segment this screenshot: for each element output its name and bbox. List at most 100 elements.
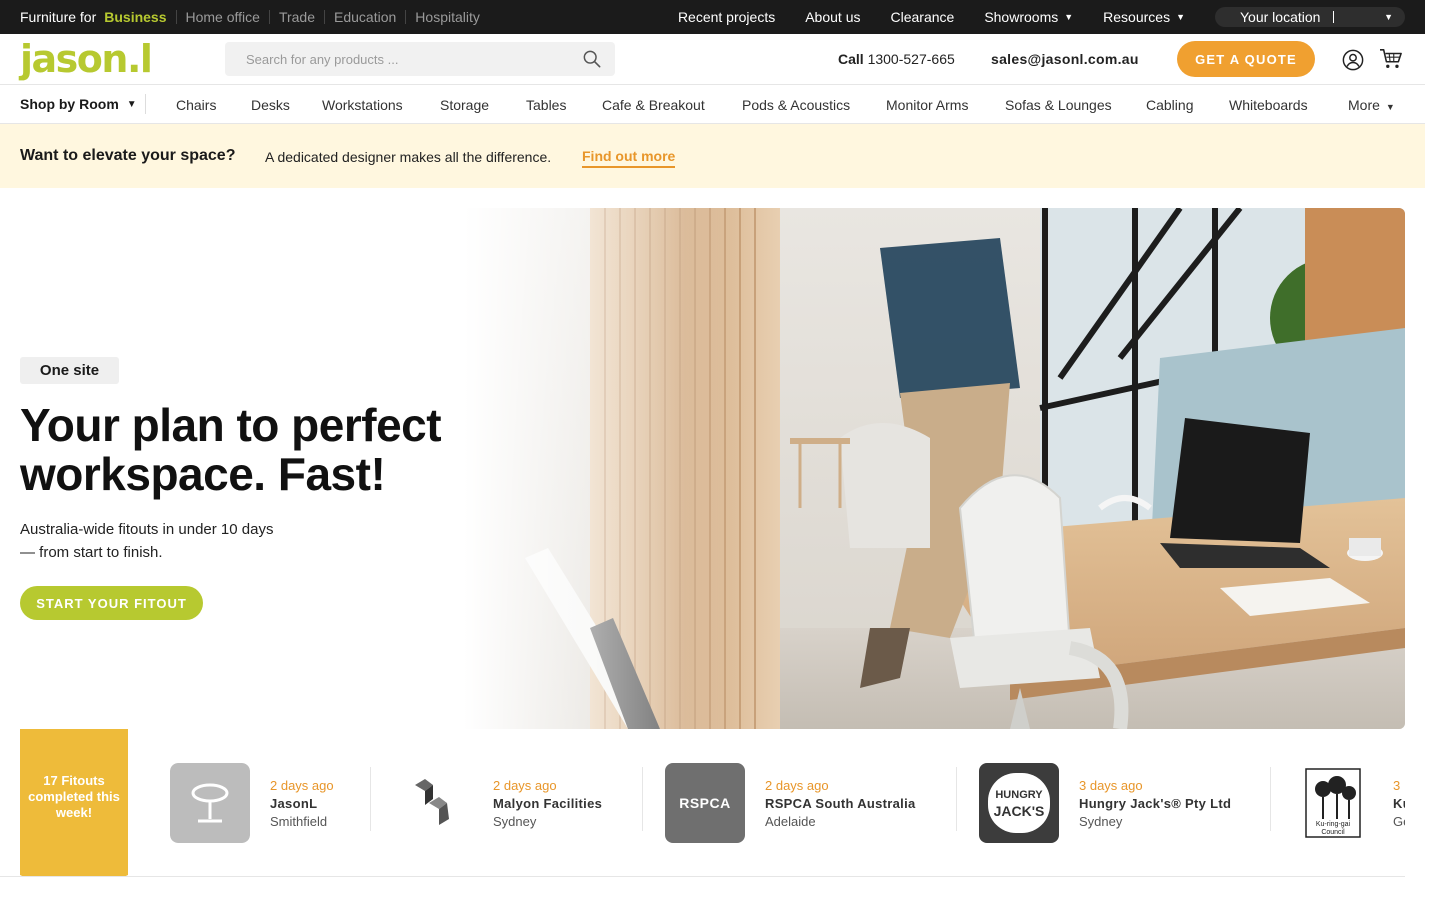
- shop-by-room-menu[interactable]: Shop by Room ▼: [20, 96, 137, 112]
- ticker-divider: [370, 767, 371, 831]
- resources-label: Resources: [1103, 9, 1171, 25]
- kuringgai-logo-text-2: Council: [1321, 829, 1345, 836]
- hero-badge: One site: [20, 357, 119, 384]
- about-us-link[interactable]: About us: [805, 9, 860, 25]
- recent-projects-label: Recent projects: [677, 9, 776, 25]
- top-bar: Furniture for Business Home office Trade…: [0, 0, 1425, 34]
- nav-item-whiteboards[interactable]: Whiteboards: [1229, 97, 1308, 113]
- recent-projects-link[interactable]: Recent projects: [678, 9, 775, 25]
- location-label: Your location: [1240, 9, 1321, 25]
- nav-item-storage[interactable]: Storage: [440, 97, 489, 113]
- nav-item-cafe-breakout[interactable]: Cafe & Breakout: [602, 97, 705, 113]
- phone-contact[interactable]: Call 1300-527-665: [838, 51, 955, 67]
- fitout-time: 2 days ago: [270, 778, 334, 793]
- fitouts-count-text: 17 Fitouts completed this week!: [28, 773, 120, 820]
- fitout-city: Ge: [1393, 814, 1405, 829]
- rspca-logo-text: RSPCA: [679, 795, 731, 811]
- nav-item-desks[interactable]: Desks: [251, 97, 290, 113]
- nav-item-workstations[interactable]: Workstations: [322, 97, 403, 113]
- promo-title: Want to elevate your space?: [20, 147, 236, 164]
- kuringgai-logo-text: Ku-ring-gai Council: [1306, 821, 1360, 837]
- fitout-details: 2 days ago JasonL Smithfield: [270, 777, 334, 831]
- user-account-icon[interactable]: [1342, 49, 1364, 71]
- clearance-link[interactable]: Clearance: [890, 9, 954, 25]
- fitout-client: RSPCA South Australia: [765, 796, 916, 811]
- showrooms-label: Showrooms: [984, 9, 1059, 25]
- audience-hospitality[interactable]: Hospitality: [405, 10, 489, 24]
- ticker-divider: [1270, 767, 1271, 831]
- fitout-details: 2 days ago Malyon Facilities Sydney: [493, 777, 602, 831]
- audience-prefix: Furniture for: [20, 9, 97, 25]
- fitout-city: Sydney: [1079, 814, 1123, 829]
- hungry-jacks-logo-text-1: HUNGRY: [995, 789, 1043, 801]
- hero-subtitle: Australia-wide fitouts in under 10 days …: [20, 518, 340, 564]
- fitout-client: Ku: [1393, 796, 1405, 811]
- nav-item-chairs[interactable]: Chairs: [176, 97, 216, 113]
- cart-icon[interactable]: [1379, 48, 1403, 70]
- fitout-client: Malyon Facilities: [493, 796, 603, 811]
- rspca-logo: RSPCA: [665, 763, 745, 843]
- fitout-details: 3 days ago Hungry Jack's® Pty Ltd Sydney: [1079, 777, 1231, 831]
- fitouts-ticker: 17 Fitouts completed this week! 2 days a…: [0, 729, 1405, 877]
- fitout-time: 2 days ago: [765, 778, 829, 793]
- jasonl-logo[interactable]: jason.l: [20, 38, 153, 80]
- main-header: jason.l Call 1300-527-665 sales@jasonl.c…: [0, 34, 1425, 85]
- audience-trade[interactable]: Trade: [268, 10, 324, 24]
- chevron-down-icon: ▼: [126, 98, 137, 110]
- chevron-down-icon: ▼: [1176, 12, 1185, 22]
- shop-by-room-label: Shop by Room: [20, 96, 119, 112]
- text-cursor: [1333, 11, 1334, 23]
- chevron-down-icon: ▼: [1385, 102, 1395, 112]
- fitout-time: 3: [1393, 778, 1401, 793]
- nav-item-tables[interactable]: Tables: [526, 97, 566, 113]
- find-out-more-link[interactable]: Find out more: [582, 148, 676, 168]
- showrooms-menu[interactable]: Showrooms ▼: [984, 9, 1073, 25]
- search-bar: [225, 42, 615, 76]
- kuringgai-council-logo: Ku-ring-gai Council: [1293, 763, 1373, 843]
- nav-item-sofas-lounges[interactable]: Sofas & Lounges: [1005, 97, 1112, 113]
- fitout-details: 3 Ku Ge: [1393, 777, 1405, 831]
- chevron-down-icon: ▼: [1384, 12, 1393, 22]
- nav-item-more[interactable]: More ▼: [1348, 97, 1395, 113]
- fitout-client: Hungry Jack's® Pty Ltd: [1079, 796, 1232, 811]
- audience-education[interactable]: Education: [324, 10, 405, 24]
- ticker-divider: [642, 767, 643, 831]
- nav-item-monitor-arms[interactable]: Monitor Arms: [886, 97, 968, 113]
- nav-divider: [145, 94, 146, 114]
- fitouts-count-flag: 17 Fitouts completed this week!: [20, 729, 128, 876]
- email-contact[interactable]: sales@jasonl.com.au: [991, 51, 1139, 67]
- fitout-city: Sydney: [493, 814, 537, 829]
- resources-menu[interactable]: Resources ▼: [1103, 9, 1185, 25]
- hero-subtitle-line-2: — from start to finish.: [20, 544, 163, 561]
- fitout-time: 3 days ago: [1079, 778, 1143, 793]
- malyon-cube-logo: [393, 763, 473, 843]
- audience-home-office[interactable]: Home office: [175, 10, 269, 24]
- about-us-label: About us: [805, 9, 861, 25]
- search-input[interactable]: [225, 42, 565, 76]
- call-label: Call: [838, 51, 864, 67]
- start-fitout-button[interactable]: START YOUR FITOUT: [20, 586, 203, 620]
- jasonl-chair-logo: [170, 763, 250, 843]
- ticker-divider: [956, 767, 957, 831]
- nav-item-cabling[interactable]: Cabling: [1146, 97, 1193, 113]
- audience-business[interactable]: Business: [96, 10, 175, 24]
- hungry-jacks-logo: HUNGRY JACK'S: [979, 763, 1059, 843]
- get-quote-button[interactable]: GET A QUOTE: [1177, 41, 1315, 77]
- hungry-jacks-logo-text-2: JACK'S: [993, 803, 1045, 819]
- fitout-city: Smithfield: [270, 814, 328, 829]
- fitout-city: Adelaide: [765, 814, 816, 829]
- kuringgai-logo-text-1: Ku-ring-gai: [1315, 821, 1351, 828]
- location-selector[interactable]: Your location ▼: [1215, 7, 1405, 27]
- chevron-down-icon: ▼: [1064, 12, 1074, 22]
- promo-description: A dedicated designer makes all the diffe…: [265, 149, 552, 165]
- hero-title: Your plan to perfect workspace. Fast!: [20, 399, 442, 500]
- audience-switcher: Furniture for Business Home office Trade…: [20, 0, 489, 34]
- fitout-client: JasonL: [270, 796, 318, 811]
- designer-promo-banner: Want to elevate your space? A dedicated …: [0, 124, 1425, 188]
- search-icon[interactable]: [583, 50, 601, 68]
- hero-subtitle-line-1: Australia-wide fitouts in under 10 days: [20, 521, 274, 538]
- fitout-details: 2 days ago RSPCA South Australia Adelaid…: [765, 777, 916, 831]
- phone-number: 1300-527-665: [867, 51, 955, 67]
- fitout-time: 2 days ago: [493, 778, 557, 793]
- nav-item-pods-acoustics[interactable]: Pods & Acoustics: [742, 97, 850, 113]
